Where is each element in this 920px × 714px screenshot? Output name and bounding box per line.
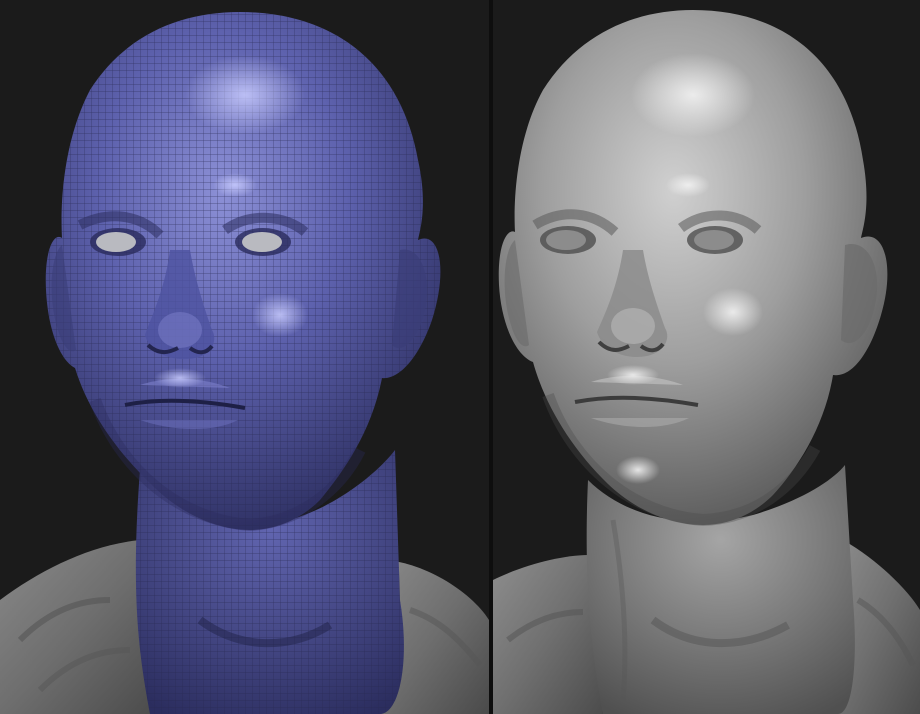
render-canvas: [0, 0, 920, 714]
clay-head-render: [493, 10, 920, 714]
wireframe-head-render: [0, 12, 489, 714]
head-mesh: [45, 12, 441, 532]
shaded-viewport: [493, 0, 920, 714]
wireframe-viewport: [0, 0, 489, 714]
head-clay: [498, 10, 888, 527]
